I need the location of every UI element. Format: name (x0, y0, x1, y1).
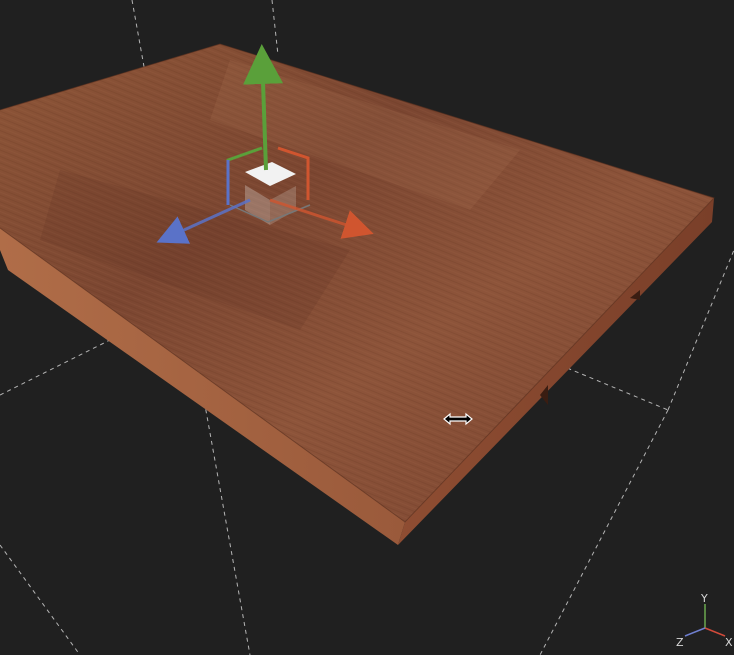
orientation-z-axis (684, 627, 706, 637)
orientation-x-axis (704, 627, 726, 637)
orientation-y-label: Y (700, 592, 708, 605)
3d-viewport[interactable]: Y X Z (0, 0, 734, 655)
orientation-axes-widget: Y X Z (676, 592, 733, 649)
orientation-x-label: X (725, 636, 733, 649)
wooden-board-mesh[interactable] (0, 43, 715, 545)
viewport-canvas[interactable]: Y X Z (0, 0, 734, 655)
orientation-z-label: Z (676, 636, 684, 649)
